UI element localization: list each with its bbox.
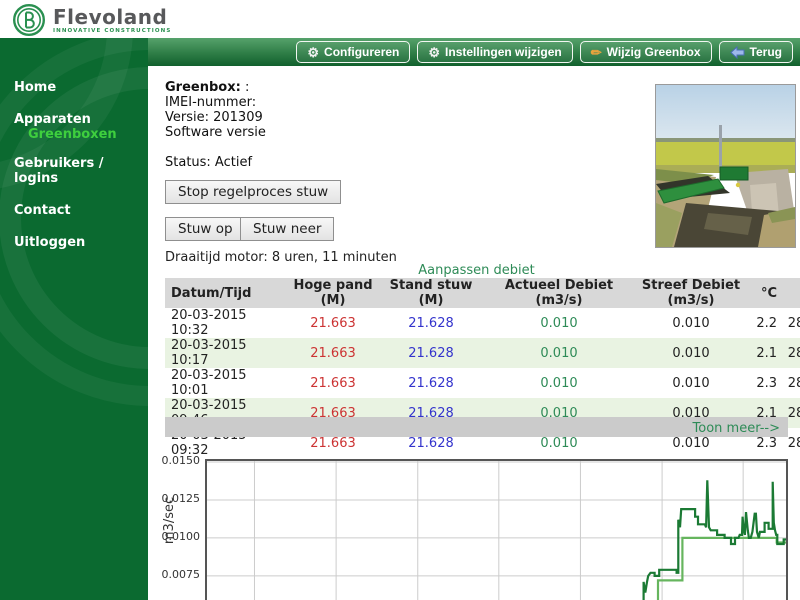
y-tick-label: 0.0100 [158, 530, 200, 543]
y-tick-label: 0.0150 [158, 454, 200, 467]
table-row: 20-03-2015 10:0121.66321.6280.0100.0102.… [165, 368, 800, 398]
table-cell: 0.010 [635, 368, 747, 398]
brand-tagline: INNOVATIVE CONSTRUCTIONS [53, 28, 171, 34]
table-cell: 21.663 [287, 368, 379, 398]
brand-name: Flevoland [53, 7, 171, 27]
stuw-neer-button[interactable]: Stuw neer [240, 217, 334, 241]
table-cell: 21.663 [287, 308, 379, 338]
sidebar-item-contact[interactable]: Contact [0, 203, 148, 218]
table-cell: 2.1 [747, 338, 781, 368]
table-header-cell: Actueel Debiet (m3/s) [483, 278, 635, 308]
table-header-cell: °C [747, 278, 781, 308]
sidebar-item-apparaten[interactable]: Apparaten [0, 112, 148, 127]
sidebar-item-home[interactable]: Home [0, 80, 148, 95]
configureren-button[interactable]: ⚙ Configureren [296, 41, 410, 63]
pencil-icon: ✏ [591, 46, 602, 59]
greenbox-weir-photo [655, 84, 796, 248]
table-header-cell: Stand stuw (M) [379, 278, 483, 308]
table-cell: 21.628 [379, 338, 483, 368]
table-cell: 21.663 [287, 338, 379, 368]
sidebar-item-greenboxen[interactable]: Greenboxen [0, 127, 148, 142]
instellingen-label: Instellingen wijzigen [445, 45, 562, 59]
page: Flevoland INNOVATIVE CONSTRUCTIONS ⚙ Con… [0, 0, 800, 600]
chart-plot-area [207, 461, 786, 600]
table-head: Datum/TijdHoge pand (M)Stand stuw (M)Act… [165, 278, 800, 308]
sidebar-nav: Home Apparaten Greenboxen Gebruikers / l… [0, 38, 148, 250]
aanpassen-debiet-wrap: Aanpassen debiet [165, 259, 788, 278]
table-header-cell: Streef Debiet (m3/s) [635, 278, 747, 308]
table-cell: 20-03-2015 10:01 [165, 368, 287, 398]
versie-line: Versie: 201309 [165, 110, 266, 125]
toon-meer-link[interactable]: Toon meer--> [693, 421, 780, 436]
greenbox-value: : [245, 80, 249, 95]
table-cell: 21.628 [379, 368, 483, 398]
table-cell: 0.010 [483, 368, 635, 398]
arrow-left-icon [730, 46, 745, 59]
flevoland-logo-icon [12, 3, 46, 37]
y-tick-label: 0.0125 [158, 492, 200, 505]
gear-icon: ⚙ [428, 46, 440, 59]
terug-label: Terug [750, 45, 782, 59]
table-cell: 0.010 [635, 338, 747, 368]
debiet-chart [205, 459, 788, 600]
stuw-op-button[interactable]: Stuw op [165, 217, 246, 241]
table-row: 20-03-2015 10:3221.66321.6280.0100.0102.… [165, 308, 800, 338]
table-header-cell: V [781, 278, 800, 308]
table-cell: 21.628 [379, 308, 483, 338]
table-row: 20-03-2015 10:1721.66321.6280.0100.0102.… [165, 338, 800, 368]
sidebar: Home Apparaten Greenboxen Gebruikers / l… [0, 38, 148, 600]
configureren-label: Configureren [324, 45, 399, 59]
sidebar-item-uitloggen[interactable]: Uitloggen [0, 235, 148, 250]
logo-text: Flevoland INNOVATIVE CONSTRUCTIONS [53, 7, 171, 34]
toolbar: ⚙ Configureren ⚙ Instellingen wijzigen ✏… [296, 41, 793, 63]
greenbox-line: Greenbox: : [165, 80, 266, 95]
imei-line: IMEI-nummer: [165, 95, 266, 110]
table-cell: 28.00 [781, 368, 800, 398]
table-cell: 0.010 [483, 338, 635, 368]
greenbox-info: Greenbox: : IMEI-nummer: Versie: 201309 … [165, 80, 266, 140]
table-cell: 2.3 [747, 368, 781, 398]
table-header-cell: Hoge pand (M) [287, 278, 379, 308]
wijzig-greenbox-button[interactable]: ✏ Wijzig Greenbox [580, 41, 712, 63]
table-cell: 2.2 [747, 308, 781, 338]
y-tick-label: 0.0075 [158, 568, 200, 581]
table-cell: 28.00 [781, 308, 800, 338]
stop-regelproces-button[interactable]: Stop regelproces stuw [165, 180, 341, 204]
greenbox-label: Greenbox: [165, 80, 241, 95]
status-line: Status: Actief [165, 155, 252, 170]
instellingen-wijzigen-button[interactable]: ⚙ Instellingen wijzigen [417, 41, 572, 63]
aanpassen-debiet-link[interactable]: Aanpassen debiet [418, 263, 534, 278]
table-footer-bar: Toon meer--> [165, 417, 788, 437]
table-header-cell: Datum/Tijd [165, 278, 287, 308]
wijzig-greenbox-label: Wijzig Greenbox [607, 45, 701, 59]
terug-button[interactable]: Terug [719, 41, 793, 63]
table-header-row: Datum/TijdHoge pand (M)Stand stuw (M)Act… [165, 278, 800, 308]
top-band: Flevoland INNOVATIVE CONSTRUCTIONS [0, 0, 800, 38]
table-cell: 28.00 [781, 338, 800, 368]
software-line: Software versie [165, 125, 266, 140]
table-cell: 20-03-2015 10:32 [165, 308, 287, 338]
chart-series-actueel-debiet [644, 480, 786, 600]
gear-icon: ⚙ [307, 46, 319, 59]
table-cell: 20-03-2015 10:17 [165, 338, 287, 368]
flevoland-logo: Flevoland INNOVATIVE CONSTRUCTIONS [12, 3, 171, 37]
table-cell: 0.010 [483, 308, 635, 338]
table-cell: 0.010 [635, 308, 747, 338]
sidebar-item-gebruikers-logins[interactable]: Gebruikers / logins [0, 156, 148, 186]
